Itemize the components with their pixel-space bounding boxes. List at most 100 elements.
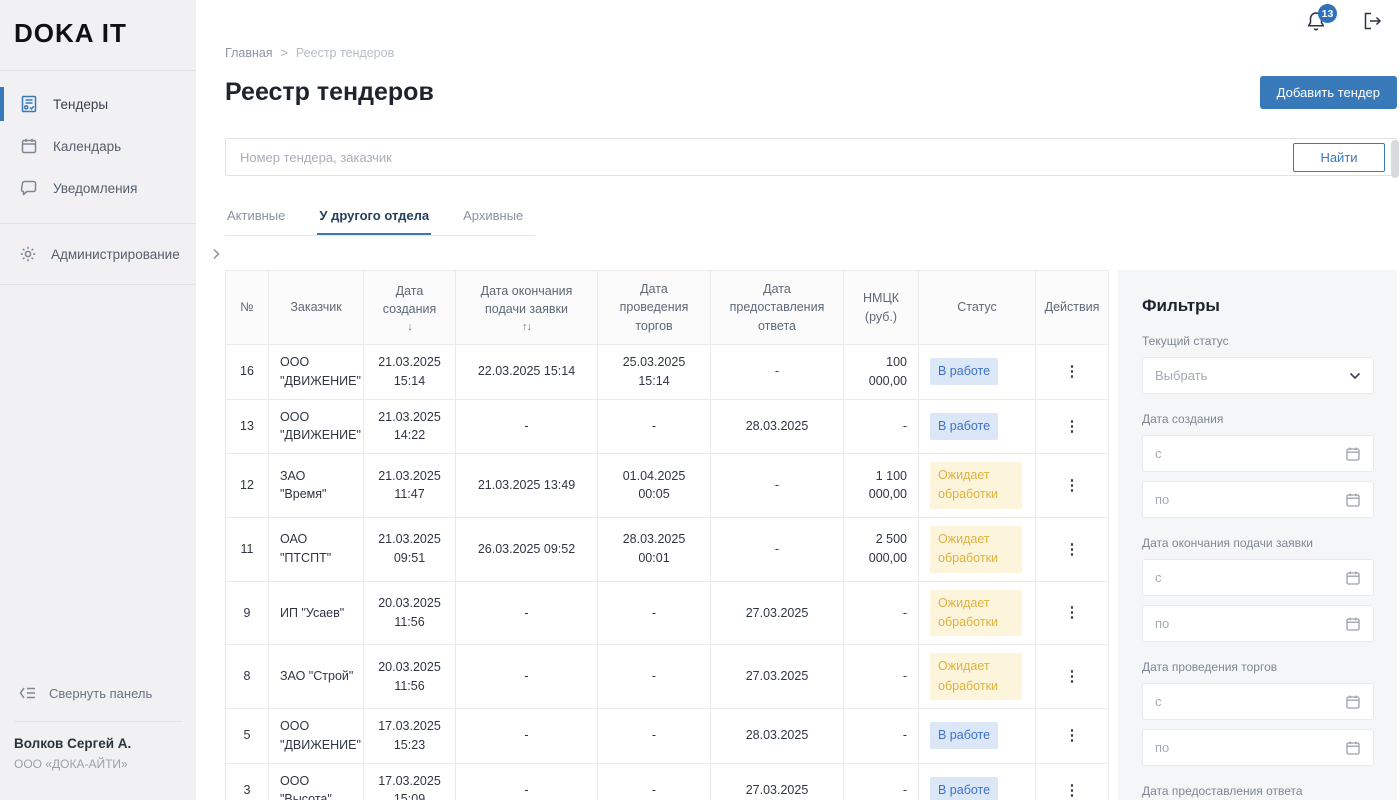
gear-icon: [19, 245, 37, 263]
row-actions-button[interactable]: ⋮: [1059, 474, 1086, 497]
calendar-small-icon[interactable]: [1345, 740, 1361, 756]
cell-deadline: -: [456, 709, 598, 764]
column-header-label: №: [234, 298, 260, 316]
sidebar-item-calendar[interactable]: Календарь: [0, 125, 196, 167]
app-logo: DOKA IT: [0, 0, 196, 70]
filter-date-input-to[interactable]: по: [1142, 729, 1374, 766]
cell-status: В работе: [919, 345, 1036, 400]
date-placeholder: по: [1155, 492, 1345, 507]
column-header: НМЦК (руб.): [844, 271, 919, 345]
cell-status: В работе: [919, 763, 1036, 800]
calendar-small-icon[interactable]: [1345, 446, 1361, 462]
calendar-small-icon[interactable]: [1345, 492, 1361, 508]
table-row: 9ИП "Усаев"20.03.2025 11:56--27.03.2025-…: [226, 581, 1109, 645]
column-header[interactable]: Дата создания↓: [364, 271, 456, 345]
tab-0[interactable]: Активные: [225, 202, 287, 235]
cell-actions: ⋮: [1036, 645, 1109, 709]
filter-date-input-from[interactable]: с: [1142, 559, 1374, 596]
sort-icon[interactable]: ↑↓: [464, 321, 589, 333]
row-actions-button[interactable]: ⋮: [1059, 360, 1086, 383]
cell-created: 17.03.2025 15:23: [364, 709, 456, 764]
collapse-panel-button[interactable]: Свернуть панель: [0, 673, 196, 713]
row-actions-button[interactable]: ⋮: [1059, 665, 1086, 688]
cell-num: 9: [226, 581, 269, 645]
column-header-label: Заказчик: [277, 298, 355, 316]
table-body: 16ООО "ДВИЖЕНИЕ"21.03.2025 15:1422.03.20…: [226, 345, 1109, 800]
scrollbar-thumb[interactable]: [1391, 140, 1399, 178]
cell-num: 5: [226, 709, 269, 764]
row-actions-button[interactable]: ⋮: [1059, 724, 1086, 747]
cell-status: В работе: [919, 399, 1036, 454]
select-placeholder: Выбрать: [1155, 368, 1349, 383]
sidebar-item-label: Календарь: [53, 139, 121, 154]
cell-actions: ⋮: [1036, 581, 1109, 645]
cell-status: Ожидает обработки: [919, 454, 1036, 518]
title-row: Реестр тендеров Добавить тендер: [225, 76, 1397, 109]
filter-date-input-to[interactable]: по: [1142, 605, 1374, 642]
tenders-icon: [19, 94, 39, 114]
logout-button[interactable]: [1361, 10, 1383, 32]
cell-response: -: [711, 454, 844, 518]
filter-status-select[interactable]: Выбрать: [1142, 357, 1374, 394]
tab-2[interactable]: Архивные: [461, 202, 525, 235]
status-badge: Ожидает обработки: [930, 590, 1022, 637]
filter-date-input-from[interactable]: с: [1142, 435, 1374, 472]
cell-deadline: 21.03.2025 13:49: [456, 454, 598, 518]
cell-nmck: -: [844, 709, 919, 764]
sidebar-bottom: Свернуть панель Волков Сергей А. ООО «ДО…: [0, 673, 196, 800]
sidebar-item-tenders[interactable]: Тендеры: [0, 83, 196, 125]
cell-response: 28.03.2025: [711, 709, 844, 764]
breadcrumb-home[interactable]: Главная: [225, 46, 273, 60]
column-header: Действия: [1036, 271, 1109, 345]
search-button[interactable]: Найти: [1293, 143, 1385, 172]
user-company: ООО «ДОКА-АЙТИ»: [14, 757, 196, 771]
cell-actions: ⋮: [1036, 454, 1109, 518]
cell-auction: -: [598, 399, 711, 454]
cell-num: 8: [226, 645, 269, 709]
table-header: № Заказчик Дата создания↓Дата окончания по…: [226, 271, 1109, 345]
cell-auction: 28.03.2025 00:01: [598, 517, 711, 581]
row-actions-button[interactable]: ⋮: [1059, 538, 1086, 561]
cell-auction: -: [598, 581, 711, 645]
cell-nmck: -: [844, 399, 919, 454]
cell-response: 28.03.2025: [711, 399, 844, 454]
sidebar-item-notifications[interactable]: Уведомления: [0, 167, 196, 209]
content-row: №ЗаказчикДата создания↓Дата окончания по…: [225, 270, 1397, 800]
table-row: 3ООО "Высота"17.03.2025 15:09--27.03.202…: [226, 763, 1109, 800]
calendar-small-icon[interactable]: [1345, 616, 1361, 632]
column-header[interactable]: Дата окончания подачи заявки↑↓: [456, 271, 598, 345]
date-placeholder: с: [1155, 694, 1345, 709]
date-placeholder: по: [1155, 616, 1345, 631]
calendar-icon: [19, 136, 39, 156]
status-badge: Ожидает обработки: [930, 653, 1022, 700]
column-header-label: НМЦК (руб.): [852, 289, 910, 325]
row-actions-button[interactable]: ⋮: [1059, 415, 1086, 438]
column-header: Дата предоставления ответа: [711, 271, 844, 345]
calendar-small-icon[interactable]: [1345, 694, 1361, 710]
search-input[interactable]: [226, 150, 1396, 165]
row-actions-button[interactable]: ⋮: [1059, 779, 1086, 800]
notifications-button[interactable]: 13: [1305, 10, 1327, 34]
table-row: 8ЗАО "Строй"20.03.2025 11:56--27.03.2025…: [226, 645, 1109, 709]
cell-auction: -: [598, 645, 711, 709]
filter-date-input-from[interactable]: с: [1142, 683, 1374, 720]
calendar-small-icon[interactable]: [1345, 570, 1361, 586]
tab-1[interactable]: У другого отдела: [317, 202, 431, 235]
cell-deadline: -: [456, 763, 598, 800]
table-row: 11ОАО "ПТСПТ"21.03.2025 09:5126.03.2025 …: [226, 517, 1109, 581]
filter-date-input-to[interactable]: по: [1142, 481, 1374, 518]
sidebar-item-administration[interactable]: Администрирование: [0, 230, 196, 278]
status-badge: Ожидает обработки: [930, 526, 1022, 573]
sort-icon[interactable]: ↓: [372, 321, 447, 333]
table-header-row: № Заказчик Дата создания↓Дата окончания по…: [226, 271, 1109, 345]
cell-auction: -: [598, 709, 711, 764]
cell-auction: 25.03.2025 15:14: [598, 345, 711, 400]
cell-status: В работе: [919, 709, 1036, 764]
cell-response: 27.03.2025: [711, 645, 844, 709]
filters-title: Фильтры: [1142, 296, 1374, 316]
filter-label: Дата создания: [1142, 412, 1374, 426]
cell-deadline: 26.03.2025 09:52: [456, 517, 598, 581]
cell-num: 3: [226, 763, 269, 800]
add-tender-button[interactable]: Добавить тендер: [1260, 76, 1397, 109]
row-actions-button[interactable]: ⋮: [1059, 601, 1086, 624]
